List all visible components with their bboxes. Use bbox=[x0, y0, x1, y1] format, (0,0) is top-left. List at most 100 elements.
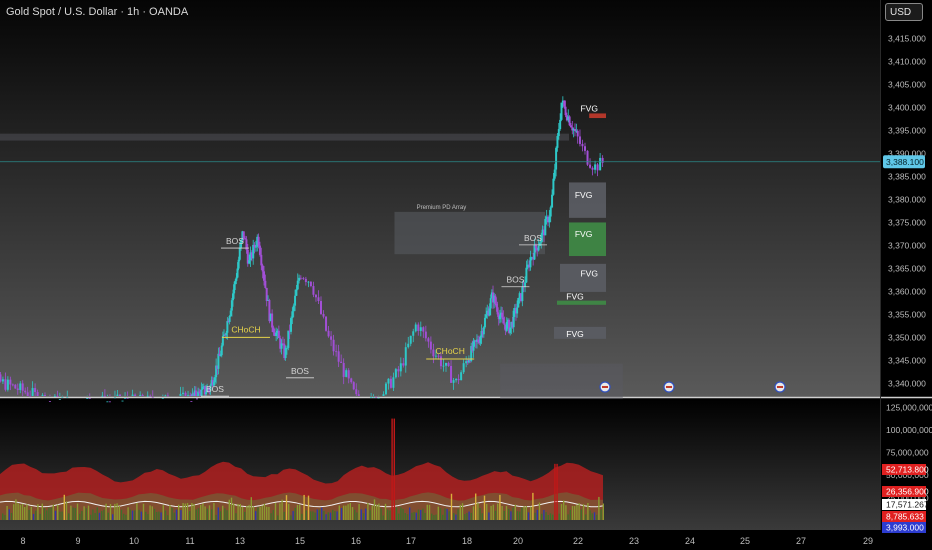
volume-bar bbox=[182, 503, 184, 520]
candle-body bbox=[194, 390, 197, 396]
volume-bar bbox=[420, 509, 422, 520]
candle-body bbox=[41, 395, 44, 396]
candle-body bbox=[553, 169, 556, 179]
candle-body bbox=[88, 398, 91, 399]
candle-body bbox=[402, 363, 405, 366]
volume-bar bbox=[582, 504, 585, 520]
candle-body bbox=[350, 378, 353, 383]
volume-bar bbox=[393, 418, 395, 520]
candle-body bbox=[537, 245, 540, 251]
candle-body bbox=[53, 395, 56, 397]
volume-bar bbox=[246, 505, 248, 520]
candle-body bbox=[6, 379, 9, 390]
volume-bar bbox=[446, 508, 448, 520]
volume-bar bbox=[305, 510, 307, 520]
candle-body bbox=[298, 277, 301, 281]
candle-body bbox=[214, 377, 216, 382]
candle-body bbox=[29, 396, 32, 398]
volume-bar bbox=[268, 506, 270, 520]
date-tick-label: 17 bbox=[406, 536, 416, 546]
chart-canvas[interactable]: 25,000,00050,000,00075,000,000100,000,00… bbox=[0, 0, 932, 550]
volume-bar bbox=[510, 511, 512, 520]
volume-bar bbox=[576, 504, 578, 520]
candle-body bbox=[66, 396, 69, 398]
candle-body bbox=[419, 327, 422, 331]
candle-body bbox=[498, 315, 501, 320]
volume-bar bbox=[424, 512, 426, 520]
candle-body bbox=[275, 332, 278, 336]
volume-bar bbox=[591, 513, 593, 520]
volume-bar bbox=[180, 510, 182, 520]
volume-bar bbox=[54, 510, 57, 520]
zone-box bbox=[0, 133, 569, 141]
volume-bar bbox=[32, 513, 35, 520]
candle-body bbox=[101, 395, 104, 397]
annotation-label: FVG bbox=[580, 104, 597, 114]
candle-body bbox=[265, 287, 268, 301]
volume-bar bbox=[483, 495, 486, 520]
candle-body bbox=[342, 362, 345, 377]
volume-bar bbox=[96, 507, 98, 520]
candle-body bbox=[559, 119, 562, 130]
volume-bar bbox=[578, 503, 580, 520]
currency-button[interactable]: USD bbox=[885, 3, 923, 21]
candle-body bbox=[103, 395, 106, 397]
candle-body bbox=[352, 382, 355, 390]
candle-body bbox=[509, 327, 512, 333]
candle-body bbox=[271, 313, 274, 328]
price-tick-label: 3,355.000 bbox=[888, 310, 926, 320]
price-tick-label: 3,380.000 bbox=[888, 195, 926, 205]
volume-bar bbox=[8, 509, 10, 520]
volume-bar bbox=[189, 511, 191, 520]
volume-bar bbox=[35, 510, 37, 520]
price-tick-label: 3,405.000 bbox=[888, 80, 926, 90]
volume-bar bbox=[312, 511, 314, 520]
candle-body bbox=[375, 396, 378, 398]
candle-body bbox=[261, 265, 264, 272]
volume-value-label: 52,713.800 bbox=[886, 465, 929, 475]
volume-bar bbox=[336, 511, 338, 520]
volume-bar bbox=[10, 512, 13, 520]
volume-bar bbox=[160, 512, 162, 520]
candle-body bbox=[11, 384, 14, 386]
volume-bar bbox=[248, 504, 250, 520]
volume-bar bbox=[488, 512, 490, 520]
volume-bar bbox=[329, 512, 332, 520]
volume-bar bbox=[435, 514, 437, 520]
volume-bar bbox=[541, 513, 543, 520]
candle-body bbox=[330, 336, 333, 340]
candle-body bbox=[4, 379, 7, 390]
date-tick-label: 16 bbox=[351, 536, 361, 546]
candle-body bbox=[517, 298, 520, 308]
candle-body bbox=[48, 401, 51, 402]
volume-bar bbox=[318, 509, 321, 520]
volume-bar bbox=[24, 506, 26, 520]
volume-bar bbox=[521, 507, 523, 520]
volume-bar bbox=[288, 503, 290, 520]
volume-bar bbox=[371, 505, 373, 520]
volume-bar bbox=[332, 509, 334, 520]
candle-body bbox=[496, 307, 499, 315]
candle-body bbox=[544, 219, 547, 236]
volume-bar bbox=[167, 515, 169, 520]
volume-bar bbox=[602, 503, 604, 520]
volume-bar bbox=[519, 511, 521, 520]
volume-bar bbox=[406, 514, 409, 520]
candle-body bbox=[477, 339, 480, 343]
volume-bar bbox=[360, 509, 362, 520]
candle-body bbox=[237, 259, 240, 269]
volume-bar bbox=[600, 509, 602, 520]
candle-body bbox=[201, 387, 204, 390]
volume-bar bbox=[384, 503, 387, 520]
volume-bar bbox=[173, 512, 175, 520]
volume-bar bbox=[453, 513, 455, 520]
candle-body bbox=[238, 247, 241, 260]
volume-bar bbox=[244, 511, 246, 520]
volume-bar bbox=[448, 511, 450, 520]
candle-body bbox=[257, 236, 260, 246]
candle-body bbox=[189, 395, 192, 397]
candle-body bbox=[113, 397, 116, 399]
volume-bar bbox=[162, 505, 164, 520]
candle-body bbox=[325, 316, 328, 331]
volume-bar bbox=[409, 507, 411, 520]
